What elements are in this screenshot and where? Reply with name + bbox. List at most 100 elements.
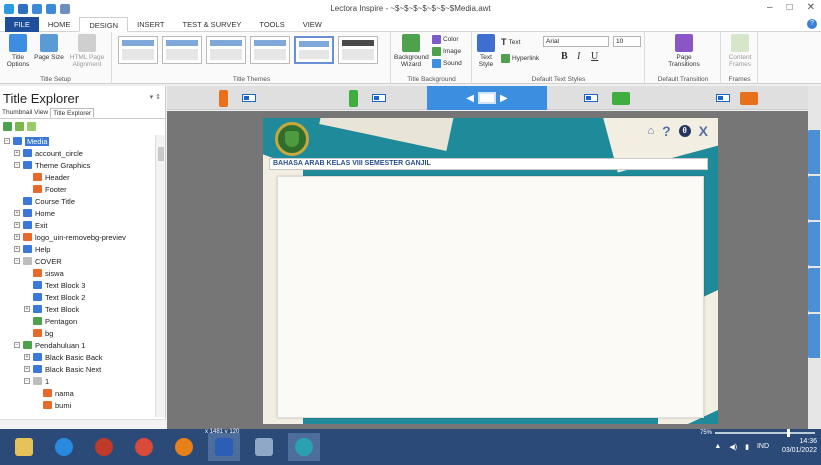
phone-portrait-view[interactable] bbox=[207, 86, 267, 110]
tree-node[interactable]: − Theme Graphics bbox=[14, 159, 90, 171]
underline-button[interactable]: U bbox=[591, 51, 598, 62]
tree-node[interactable]: Header bbox=[24, 171, 70, 183]
background-wizard-button[interactable]: Background Wizard bbox=[394, 34, 429, 68]
tree-node[interactable]: −1 bbox=[24, 375, 49, 387]
side-tab[interactable] bbox=[808, 222, 820, 266]
taskbar-firefox[interactable] bbox=[168, 433, 200, 461]
tree-node[interactable]: nama bbox=[34, 387, 74, 399]
account-circle-icon[interactable]: θ bbox=[678, 125, 691, 137]
theme-thumbnail[interactable] bbox=[206, 36, 246, 64]
text-button[interactable]: T Text bbox=[501, 37, 520, 47]
tree-node[interactable]: − Media bbox=[4, 135, 50, 147]
tree-node[interactable]: siswa bbox=[24, 267, 64, 279]
theme-thumbnail-selected[interactable] bbox=[294, 36, 334, 64]
pin-icon[interactable]: ▾ ⇕ bbox=[150, 93, 161, 101]
expand-toggle-icon[interactable]: + bbox=[14, 150, 20, 156]
image-button[interactable]: Image bbox=[432, 47, 461, 56]
tree-node[interactable]: + Text Block bbox=[24, 303, 79, 315]
expand-toggle-icon[interactable]: − bbox=[4, 138, 10, 144]
tab-insert[interactable]: INSERT bbox=[128, 17, 173, 32]
help-question-icon[interactable]: ? bbox=[662, 124, 671, 138]
expand-toggle-icon[interactable]: − bbox=[24, 378, 30, 384]
tree-scrollbar[interactable] bbox=[155, 135, 165, 417]
expand-toggle-icon[interactable]: + bbox=[14, 222, 20, 228]
theme-thumbnail[interactable] bbox=[162, 36, 202, 64]
bold-button[interactable]: B bbox=[561, 51, 568, 62]
expand-toggle-icon[interactable]: − bbox=[14, 162, 20, 168]
tree-node[interactable]: + Home bbox=[14, 207, 55, 219]
minimize-button[interactable]: – bbox=[767, 2, 773, 13]
help-icon[interactable]: ? bbox=[807, 19, 817, 29]
sound-button[interactable]: Sound bbox=[432, 59, 462, 68]
color-button[interactable]: Color bbox=[432, 35, 459, 44]
theme-thumbnail[interactable] bbox=[118, 36, 158, 64]
tree-node[interactable]: Pentagon bbox=[24, 315, 77, 327]
tree-node[interactable]: + Help bbox=[14, 243, 50, 255]
close-button[interactable]: ✕ bbox=[807, 2, 815, 13]
taskbar-ie[interactable] bbox=[48, 433, 80, 461]
tree-node[interactable]: + account_circle bbox=[14, 147, 83, 159]
collapse-all-icon[interactable] bbox=[15, 122, 24, 131]
page-size-button[interactable]: Page Size bbox=[34, 34, 64, 61]
tree-node[interactable]: + Black Basic Next bbox=[24, 363, 101, 375]
title-options-button[interactable]: Title Options bbox=[4, 34, 32, 68]
tab-thumbnail-view[interactable]: Thumbnail View bbox=[0, 108, 50, 118]
slide-heading[interactable]: BAHASA ARAB KELAS VIII SEMESTER GANJIL bbox=[269, 158, 708, 170]
tree-node[interactable]: − Pendahuluan 1 bbox=[14, 339, 85, 351]
expand-toggle-icon[interactable]: + bbox=[24, 366, 30, 372]
tree-node[interactable]: Course Title bbox=[14, 195, 75, 207]
theme-thumbnail[interactable] bbox=[338, 36, 378, 64]
font-select[interactable]: Arial bbox=[543, 36, 609, 47]
hyperlink-button[interactable]: Hyperlink bbox=[501, 54, 539, 63]
expand-toggle-icon[interactable]: + bbox=[14, 246, 20, 252]
volume-icon[interactable]: ◀) bbox=[729, 443, 737, 451]
expand-toggle-icon[interactable]: + bbox=[14, 234, 20, 240]
battery-icon[interactable]: ▮ bbox=[745, 443, 749, 451]
zoom-slider[interactable] bbox=[715, 429, 815, 437]
taskbar-lectora[interactable] bbox=[288, 433, 320, 461]
taskbar-paint[interactable] bbox=[248, 433, 280, 461]
tree-node[interactable]: Footer bbox=[24, 183, 67, 195]
clock[interactable]: 14:36 03/01/2022 bbox=[782, 437, 817, 455]
side-tab[interactable] bbox=[808, 268, 820, 312]
tab-tools[interactable]: TOOLS bbox=[250, 17, 293, 32]
university-logo[interactable] bbox=[275, 122, 309, 156]
taskbar-word[interactable] bbox=[208, 433, 240, 461]
tree-node[interactable]: bumi bbox=[34, 399, 71, 411]
taskbar-chrome[interactable] bbox=[128, 433, 160, 461]
expand-all-icon[interactable] bbox=[3, 122, 12, 131]
tree-node[interactable]: Text Block 3 bbox=[24, 279, 85, 291]
language-indicator[interactable]: IND bbox=[757, 443, 769, 451]
tree-node[interactable]: bg bbox=[24, 327, 53, 339]
desktop-view[interactable]: ◀ ▶ bbox=[427, 86, 547, 110]
phone-landscape-view[interactable] bbox=[337, 86, 397, 110]
maximize-button[interactable]: □ bbox=[787, 2, 793, 13]
expand-toggle-icon[interactable]: − bbox=[14, 342, 20, 348]
html-page-alignment-button[interactable]: HTML Page Alignment bbox=[66, 34, 108, 68]
tab-home[interactable]: HOME bbox=[39, 17, 80, 32]
tree-hscrollbar[interactable] bbox=[0, 419, 166, 429]
tree-node[interactable]: + logo_uin-removebg-previev bbox=[14, 231, 126, 243]
italic-button[interactable]: I bbox=[577, 51, 580, 62]
slide-content-area[interactable] bbox=[277, 176, 704, 418]
start-button[interactable] bbox=[8, 433, 40, 461]
tablet-landscape-view[interactable] bbox=[702, 86, 772, 110]
page-transitions-button[interactable]: Page Transitions bbox=[662, 34, 706, 68]
tablet-portrait-view[interactable] bbox=[572, 86, 642, 110]
filter-icon[interactable] bbox=[27, 122, 36, 131]
tab-view[interactable]: VIEW bbox=[294, 17, 331, 32]
content-frames-button[interactable]: Content Frames bbox=[724, 34, 756, 68]
tree-node[interactable]: Text Block 2 bbox=[24, 291, 85, 303]
exit-icon[interactable]: X bbox=[699, 124, 708, 138]
tab-file[interactable]: FILE bbox=[5, 16, 39, 32]
tab-test-survey[interactable]: TEST & SURVEY bbox=[173, 17, 250, 32]
tab-design[interactable]: DESIGN bbox=[79, 16, 129, 32]
expand-toggle-icon[interactable]: + bbox=[14, 210, 20, 216]
tree-node[interactable]: + Exit bbox=[14, 219, 48, 231]
home-icon[interactable]: ⌂ bbox=[647, 124, 654, 138]
tray-arrow-icon[interactable]: ▲ bbox=[714, 443, 721, 451]
theme-thumbnail[interactable] bbox=[250, 36, 290, 64]
expand-toggle-icon[interactable]: + bbox=[24, 354, 30, 360]
tree-node[interactable]: − COVER bbox=[14, 255, 62, 267]
side-tab[interactable] bbox=[808, 176, 820, 220]
